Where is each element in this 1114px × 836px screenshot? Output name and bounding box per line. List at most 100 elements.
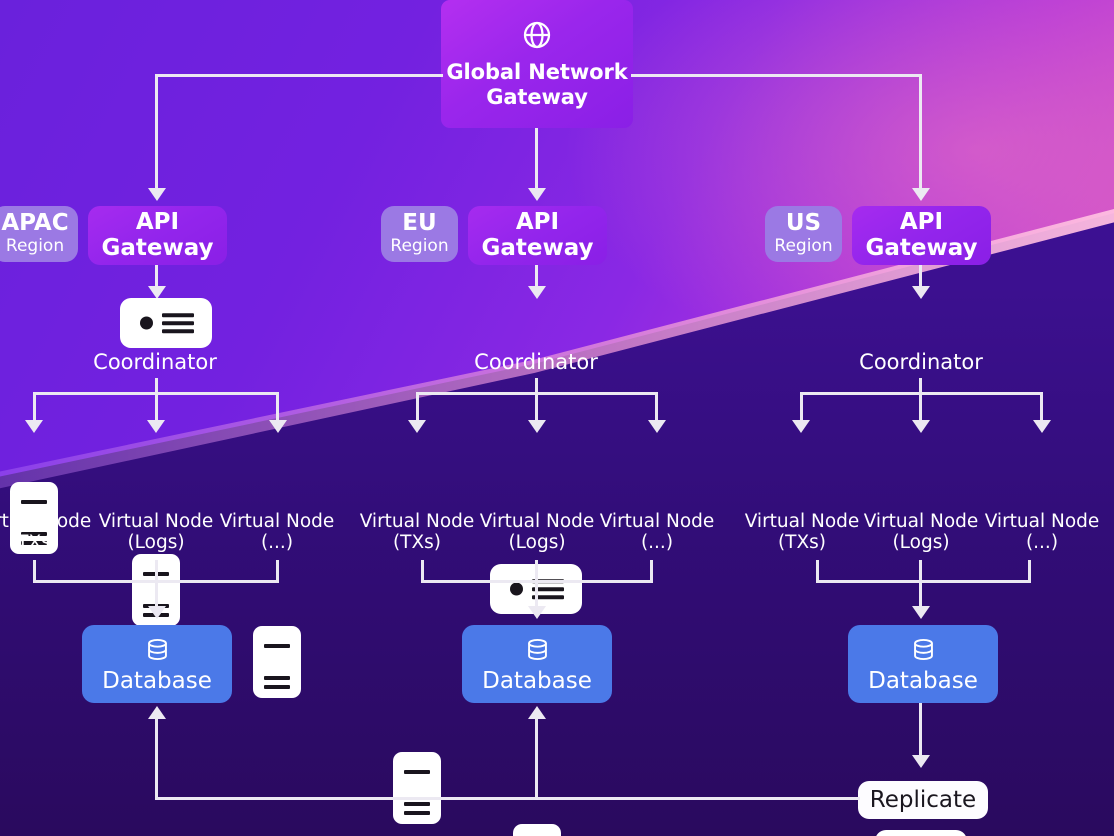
connector-gateway-to-eu-v xyxy=(535,128,538,190)
arrowhead-gateway-to-us xyxy=(912,188,930,201)
arrowhead-gateway-to-eu xyxy=(528,188,546,201)
api-gateway-us[interactable]: API Gateway xyxy=(852,206,991,265)
connector-db-us-to-replicate xyxy=(919,703,922,759)
gateway-title-line2: Gateway xyxy=(486,84,588,109)
arrowhead-coord-vn1-apac xyxy=(25,420,43,433)
arrowhead-coord-vn2-eu xyxy=(528,420,546,433)
arrowhead-coord-vn3-apac xyxy=(269,420,287,433)
region-code-label: APAC xyxy=(1,210,69,237)
connector-replicate-to-db-eu xyxy=(535,718,538,799)
connector-merge-bus-us xyxy=(816,580,1031,583)
connector-replicate-to-db-apac xyxy=(155,718,158,799)
region-sub-label: Region xyxy=(774,236,833,257)
rack-lines-icon xyxy=(162,313,194,333)
connector-coord-drop1-eu xyxy=(416,392,419,422)
arrowhead-gateway-to-apac xyxy=(148,188,166,201)
connector-coord-drop2-eu xyxy=(535,392,538,422)
node-bar-mid-icon xyxy=(264,676,290,680)
node-bar-low-icon xyxy=(404,811,430,815)
virtual-node-label-us-3: Virtual Node (...) xyxy=(942,511,1114,553)
connector-apigw-to-coord-us xyxy=(919,265,922,288)
api-gateway-line2: Gateway xyxy=(481,234,594,261)
region-badge-eu[interactable]: EU Region xyxy=(381,206,458,262)
replicate-node[interactable]: Replicate xyxy=(858,781,988,819)
arrowhead-coord-vn1-us xyxy=(792,420,810,433)
api-gateway-line1: API xyxy=(515,208,560,235)
node-bar-top-icon xyxy=(404,770,430,774)
arrowhead-coord-vn2-us xyxy=(912,420,930,433)
connector-coord-drop1-us xyxy=(800,392,803,422)
api-gateway-line2: Gateway xyxy=(865,234,978,261)
connector-apigw-to-coord-apac xyxy=(155,265,158,288)
database-node-apac[interactable]: Database xyxy=(82,625,232,703)
database-cylinder-icon xyxy=(910,636,937,667)
global-network-gateway-node[interactable]: Global Network Gateway xyxy=(441,0,633,128)
region-code-label: EU xyxy=(402,210,437,237)
connector-gateway-to-us-h xyxy=(631,74,922,77)
arrowhead-apigw-to-coord-us xyxy=(912,286,930,299)
database-label: Database xyxy=(482,667,592,694)
connector-coord-drop3-us xyxy=(1040,392,1043,422)
arrowhead-apigw-to-coord-eu xyxy=(528,286,546,299)
connector-coord-drop3-apac xyxy=(276,392,279,422)
connector-gateway-to-apac-h xyxy=(155,74,443,77)
node-bar-top-icon xyxy=(21,500,47,504)
connector-coord-drop2-apac xyxy=(155,392,158,422)
coordinator-label-apac: Coordinator xyxy=(93,350,217,374)
node-bar-mid-icon xyxy=(404,802,430,806)
architecture-diagram-canvas: Global Network Gateway APAC Region API G… xyxy=(0,0,1114,836)
arrowhead-coord-vn2-apac xyxy=(147,420,165,433)
database-label: Database xyxy=(102,667,212,694)
api-gateway-eu[interactable]: API Gateway xyxy=(468,206,607,265)
globe-icon xyxy=(521,19,553,55)
connector-coord-drop3-eu xyxy=(655,392,658,422)
region-badge-apac[interactable]: APAC Region xyxy=(0,206,78,262)
node-bar-low-icon xyxy=(264,685,290,689)
api-gateway-apac[interactable]: API Gateway xyxy=(88,206,227,265)
region-sub-label: Region xyxy=(390,236,449,257)
virtual-node-icon-eu-2[interactable] xyxy=(513,824,561,836)
connector-merge-to-db-eu xyxy=(535,560,538,612)
database-label: Database xyxy=(868,667,978,694)
connector-merge-to-db-apac xyxy=(155,560,158,612)
node-bar-top-icon xyxy=(264,644,290,648)
database-cylinder-icon xyxy=(524,636,551,667)
connector-coord-drop1-apac xyxy=(33,392,36,422)
region-badge-us[interactable]: US Region xyxy=(765,206,842,262)
arrowhead-coord-vn3-eu xyxy=(648,420,666,433)
arrowhead-coord-vn1-eu xyxy=(408,420,426,433)
api-gateway-line1: API xyxy=(899,208,944,235)
virtual-node-icon-apac-3[interactable] xyxy=(253,626,301,698)
coordinator-label-us: Coordinator xyxy=(859,350,983,374)
coordinator-icon-us[interactable] xyxy=(875,830,967,836)
replicate-label: Replicate xyxy=(869,787,977,813)
database-node-eu[interactable]: Database xyxy=(462,625,612,703)
api-gateway-line2: Gateway xyxy=(101,234,214,261)
arrowhead-merge-to-db-us xyxy=(912,606,930,619)
arrowhead-replicate-to-db-apac xyxy=(148,706,166,719)
connector-coord-drop2-us xyxy=(919,392,922,422)
arrowhead-db-us-to-replicate xyxy=(912,755,930,768)
status-dot-icon xyxy=(510,582,523,596)
coordinator-label-eu: Coordinator xyxy=(474,350,598,374)
arrowhead-merge-to-db-apac xyxy=(148,606,166,619)
connector-gateway-to-us-v xyxy=(919,74,922,190)
coordinator-icon-apac[interactable] xyxy=(120,298,212,348)
connector-gateway-to-apac-v xyxy=(155,74,158,190)
virtual-node-kind: (...) xyxy=(1025,531,1059,553)
arrowhead-replicate-to-db-eu xyxy=(528,706,546,719)
connector-replicate-bus xyxy=(155,797,860,800)
connector-merge-to-db-us xyxy=(919,560,922,612)
region-code-label: US xyxy=(785,210,822,237)
status-dot-icon xyxy=(140,316,153,330)
virtual-node-icon-eu-1[interactable] xyxy=(393,752,441,824)
region-sub-label: Region xyxy=(5,236,65,257)
database-node-us[interactable]: Database xyxy=(848,625,998,703)
database-cylinder-icon xyxy=(144,636,171,667)
arrowhead-merge-to-db-eu xyxy=(528,606,546,619)
gateway-title-line1: Global Network xyxy=(446,59,628,84)
arrowhead-coord-vn3-us xyxy=(1033,420,1051,433)
connector-apigw-to-coord-eu xyxy=(535,265,538,288)
virtual-node-name: Virtual Node xyxy=(984,511,1100,532)
api-gateway-line1: API xyxy=(135,208,180,235)
